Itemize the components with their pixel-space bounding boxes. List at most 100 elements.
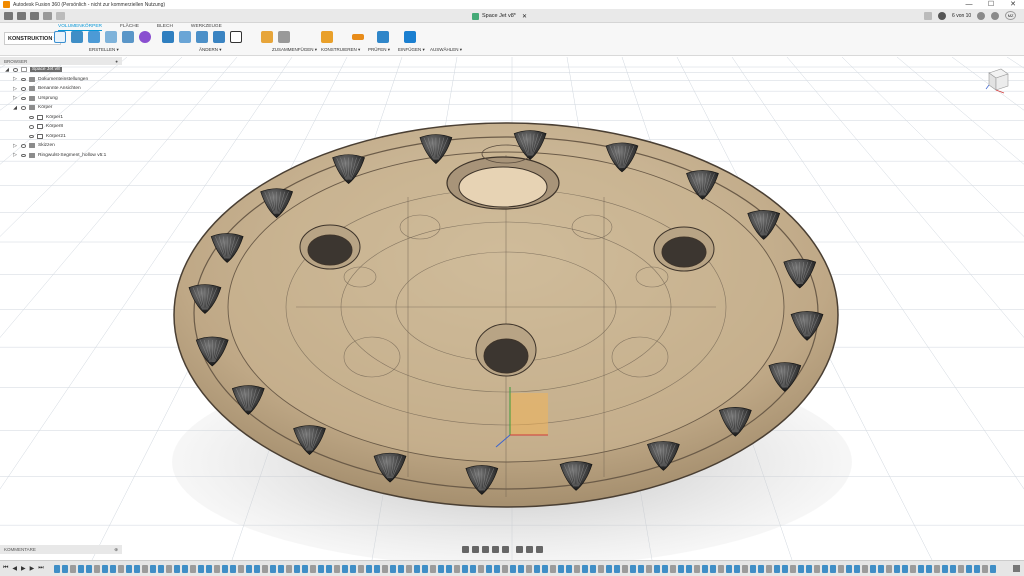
timeline-feature[interactable]: [285, 564, 292, 573]
timeline-feature[interactable]: [741, 564, 748, 573]
timeline-feature[interactable]: [389, 564, 396, 573]
insert-menu[interactable]: EINFÜGEN ▾: [398, 47, 425, 53]
timeline-feature[interactable]: [309, 564, 316, 573]
browser-item[interactable]: Körper8: [0, 122, 122, 132]
revolve-icon[interactable]: [88, 31, 100, 43]
timeline-feature[interactable]: [525, 564, 532, 573]
extrude-icon[interactable]: [71, 31, 83, 43]
user-avatar[interactable]: MZ: [1005, 11, 1016, 20]
timeline-feature[interactable]: [333, 564, 340, 573]
timeline-feature[interactable]: [885, 564, 892, 573]
timeline-feature[interactable]: [789, 564, 796, 573]
inspect-menu[interactable]: PRÜFEN ▾: [368, 47, 390, 53]
timeline-feature[interactable]: [205, 564, 212, 573]
browser-item[interactable]: ▷ Dokumenteinstellungen: [0, 75, 122, 85]
comments-panel[interactable]: KOMMENTARE ⊕: [0, 545, 122, 554]
timeline-feature[interactable]: [493, 564, 500, 573]
timeline-settings-icon[interactable]: [1013, 565, 1020, 572]
construct-menu[interactable]: KONSTRUIEREN ▾: [321, 47, 360, 53]
look-at-icon[interactable]: [472, 546, 479, 553]
visibility-eye-icon[interactable]: [29, 125, 34, 129]
expand-arrow-icon[interactable]: ▷: [12, 143, 18, 149]
timeline-feature[interactable]: [373, 564, 380, 573]
timeline-feature[interactable]: [253, 564, 260, 573]
timeline-feature[interactable]: [341, 564, 348, 573]
timeline-back-button[interactable]: ◀: [12, 565, 17, 572]
timeline-feature[interactable]: [645, 564, 652, 573]
timeline-feature[interactable]: [685, 564, 692, 573]
timeline-feature[interactable]: [357, 564, 364, 573]
timeline-feature[interactable]: [213, 564, 220, 573]
timeline-feature[interactable]: [477, 564, 484, 573]
viewcube[interactable]: [984, 64, 1010, 94]
timeline-feature[interactable]: [165, 564, 172, 573]
viewports-icon[interactable]: [536, 546, 543, 553]
timeline-feature[interactable]: [869, 564, 876, 573]
timeline-feature[interactable]: [581, 564, 588, 573]
timeline-feature[interactable]: [237, 564, 244, 573]
timeline-feature[interactable]: [69, 564, 76, 573]
timeline-feature[interactable]: [829, 564, 836, 573]
zoom-icon[interactable]: [492, 546, 499, 553]
timeline-feature[interactable]: [933, 564, 940, 573]
timeline-feature[interactable]: [653, 564, 660, 573]
tab-solid[interactable]: VOLUMENKÖRPER: [58, 23, 102, 31]
timeline-feature[interactable]: [53, 564, 60, 573]
timeline-feature[interactable]: [405, 564, 412, 573]
timeline-feature[interactable]: [973, 564, 980, 573]
timeline-feature[interactable]: [845, 564, 852, 573]
timeline-feature[interactable]: [101, 564, 108, 573]
timeline-feature[interactable]: [189, 564, 196, 573]
visibility-eye-icon[interactable]: [21, 153, 26, 157]
timeline-feature[interactable]: [325, 564, 332, 573]
timeline-feature[interactable]: [765, 564, 772, 573]
timeline-feature[interactable]: [813, 564, 820, 573]
timeline-feature[interactable]: [109, 564, 116, 573]
timeline-feature[interactable]: [149, 564, 156, 573]
minimize-button[interactable]: —: [958, 0, 980, 9]
timeline-feature[interactable]: [61, 564, 68, 573]
tab-surface[interactable]: FLÄCHE: [120, 23, 139, 31]
hole-icon[interactable]: [105, 31, 117, 43]
timeline-feature[interactable]: [733, 564, 740, 573]
timeline-feature[interactable]: [989, 564, 996, 573]
timeline-feature[interactable]: [77, 564, 84, 573]
timeline-forward-button[interactable]: ▶: [30, 565, 35, 572]
new-component-icon[interactable]: [261, 31, 273, 43]
shell-icon[interactable]: [213, 31, 225, 43]
timeline-feature[interactable]: [613, 564, 620, 573]
timeline-feature[interactable]: [605, 564, 612, 573]
timeline-feature[interactable]: [821, 564, 828, 573]
modify-menu[interactable]: ÄNDERN ▾: [199, 47, 222, 53]
expand-arrow-icon[interactable]: ▷: [12, 152, 18, 158]
select-menu[interactable]: AUSWÄHLEN ▾: [430, 47, 462, 53]
timeline-feature[interactable]: [941, 564, 948, 573]
create-sketch-icon[interactable]: [54, 31, 66, 43]
timeline-feature[interactable]: [773, 564, 780, 573]
close-button[interactable]: ✕: [1002, 0, 1024, 9]
joint-icon[interactable]: [278, 31, 290, 43]
fit-icon[interactable]: [502, 546, 509, 553]
insert-image-icon[interactable]: [377, 31, 389, 43]
document-tab[interactable]: Space Jet v8* ✕: [472, 9, 527, 23]
job-status-icon[interactable]: [938, 11, 947, 20]
save-icon[interactable]: [30, 11, 39, 20]
comments-expand-icon[interactable]: ⊕: [114, 547, 118, 553]
collapse-arrow-icon[interactable]: ◢: [4, 67, 10, 73]
browser-item[interactable]: Körper1: [0, 113, 122, 123]
timeline-feature[interactable]: [565, 564, 572, 573]
timeline-feature[interactable]: [893, 564, 900, 573]
viewport-3d[interactable]: [0, 57, 1024, 560]
visibility-eye-icon[interactable]: [21, 144, 26, 148]
timeline-feature[interactable]: [541, 564, 548, 573]
timeline-feature[interactable]: [861, 564, 868, 573]
timeline-feature[interactable]: [469, 564, 476, 573]
timeline-feature[interactable]: [141, 564, 148, 573]
tab-tools[interactable]: WERKZEUGE: [191, 23, 222, 31]
timeline-feature[interactable]: [397, 564, 404, 573]
timeline-feature[interactable]: [133, 564, 140, 573]
timeline-feature[interactable]: [701, 564, 708, 573]
timeline-feature[interactable]: [157, 564, 164, 573]
timeline-feature[interactable]: [509, 564, 516, 573]
timeline-feature[interactable]: [805, 564, 812, 573]
